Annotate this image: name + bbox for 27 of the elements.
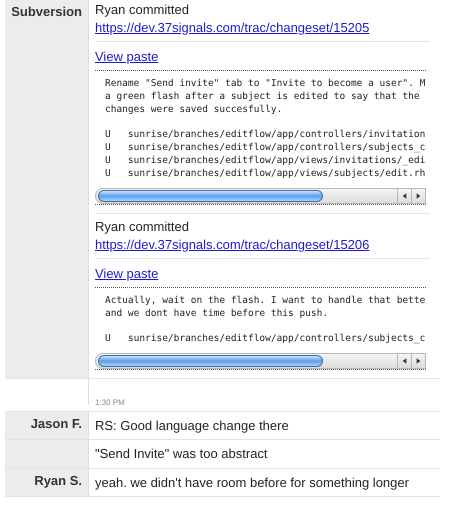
paste-line: Actually, wait on the flash. I want to handle that bette <box>105 294 426 307</box>
paste-line: and we dont have time before this push. <box>105 307 330 320</box>
scrollbar-thumb[interactable] <box>98 355 323 367</box>
changeset-link[interactable]: https://dev.37signals.com/trac/changeset/15205 <box>95 20 370 35</box>
commit-headline: Ryan committed <box>95 2 190 18</box>
paste-line: a green flash after a subject is edited to say that the <box>105 90 421 103</box>
paste-line: changes were saved succesfully. <box>105 103 284 116</box>
message-text: RS: Good language change there <box>95 418 289 432</box>
author-name: Jason F. <box>30 416 82 432</box>
view-paste-link[interactable]: View paste <box>95 48 158 64</box>
author-name: Subversion <box>11 4 82 21</box>
author-name: Ryan S. <box>34 472 82 490</box>
paste-line: U sunrise/branches/editflow/app/controllers/subjects_c <box>105 332 426 345</box>
commit-headline: Ryan committed <box>95 219 190 235</box>
paste-line: U sunrise/branches/editflow/app/views/subjects/edit.rh <box>105 167 426 180</box>
changeset-link[interactable]: https://dev.37signals.com/trac/changeset/15206 <box>95 237 370 252</box>
paste-line: U sunrise/branches/editflow/app/views/invitations/_edi <box>105 154 426 167</box>
message-text: yeah. we didn't have room before for something longer <box>95 474 409 490</box>
paste-line: Rename "Send invite" tab to "Invite to become a user". M <box>105 77 426 90</box>
paste-line: U sunrise/branches/editflow/app/controllers/subjects_c <box>105 141 426 154</box>
timestamp: 1:30 PM <box>95 398 125 407</box>
horizontal-scrollbar[interactable] <box>95 188 426 204</box>
paste-line: U sunrise/branches/editflow/app/controllers/invitation <box>105 128 426 141</box>
view-paste-link[interactable]: View paste <box>95 266 158 280</box>
scrollbar-thumb[interactable] <box>98 190 323 202</box>
horizontal-scrollbar[interactable] <box>95 353 426 369</box>
message-text: "Send Invite" was too abstract <box>95 446 268 461</box>
